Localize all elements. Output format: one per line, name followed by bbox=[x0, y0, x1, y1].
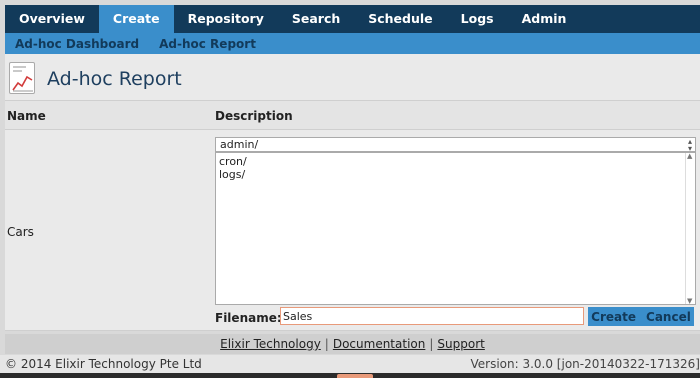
window-bottom-strip bbox=[0, 373, 700, 378]
footer-link-support[interactable]: Support bbox=[437, 337, 484, 351]
status-bar: © 2014 Elixir Technology Pte Ltd Version… bbox=[0, 355, 700, 373]
report-chart-icon bbox=[9, 62, 35, 94]
footer-links: Elixir Technology | Documentation | Support bbox=[5, 334, 700, 354]
scroll-up-icon[interactable]: ▲ bbox=[687, 152, 692, 160]
nav-schedule[interactable]: Schedule bbox=[354, 5, 446, 33]
nav-search[interactable]: Search bbox=[278, 5, 354, 33]
footer-separator: | bbox=[324, 337, 329, 351]
list-item[interactable]: cron/ bbox=[219, 155, 692, 168]
filename-label: Filename: bbox=[215, 311, 282, 325]
description-column-header: Description bbox=[215, 109, 293, 123]
table-row: Cars admin/ ▴ ▾ cron/ logs/ ▲ ▼ Filename:… bbox=[5, 130, 700, 331]
page-title: Ad-hoc Report bbox=[47, 68, 182, 90]
footer-link-elixir[interactable]: Elixir Technology bbox=[220, 337, 321, 351]
select-arrows-icon: ▴ ▾ bbox=[687, 137, 692, 153]
scrollbar[interactable]: ▲ ▼ bbox=[685, 152, 695, 305]
table-header: Name Description bbox=[5, 101, 700, 130]
taskbar-tab bbox=[337, 374, 373, 378]
sub-navigation: Ad-hoc Dashboard Ad-hoc Report bbox=[5, 33, 700, 54]
create-button[interactable]: Create bbox=[591, 310, 636, 324]
copyright-text: © 2014 Elixir Technology Pte Ltd bbox=[5, 357, 202, 371]
folder-list[interactable]: cron/ logs/ ▲ ▼ bbox=[215, 152, 696, 305]
name-column-header: Name bbox=[7, 109, 46, 123]
folder-select-value: admin/ bbox=[220, 138, 259, 151]
folder-select[interactable]: admin/ ▴ ▾ bbox=[215, 137, 696, 153]
page-header: Ad-hoc Report bbox=[5, 54, 700, 101]
cancel-button[interactable]: Cancel bbox=[646, 310, 691, 324]
nav-logs[interactable]: Logs bbox=[447, 5, 508, 33]
nav-admin[interactable]: Admin bbox=[508, 5, 581, 33]
footer-separator: | bbox=[429, 337, 434, 351]
top-navigation: Overview Create Repository Search Schedu… bbox=[5, 5, 700, 33]
subnav-adhoc-dashboard[interactable]: Ad-hoc Dashboard bbox=[5, 33, 149, 54]
filename-input[interactable] bbox=[280, 307, 584, 325]
list-item[interactable]: logs/ bbox=[219, 168, 692, 181]
footer-link-documentation[interactable]: Documentation bbox=[333, 337, 426, 351]
row-name: Cars bbox=[7, 225, 34, 239]
nav-repository[interactable]: Repository bbox=[174, 5, 278, 33]
nav-overview[interactable]: Overview bbox=[5, 5, 99, 33]
version-text: Version: 3.0.0 [jon-20140322-171326] bbox=[470, 357, 700, 371]
scroll-down-icon[interactable]: ▼ bbox=[687, 297, 692, 305]
action-buttons: Create Cancel bbox=[588, 307, 694, 326]
nav-create[interactable]: Create bbox=[98, 5, 174, 33]
subnav-adhoc-report[interactable]: Ad-hoc Report bbox=[149, 33, 266, 54]
